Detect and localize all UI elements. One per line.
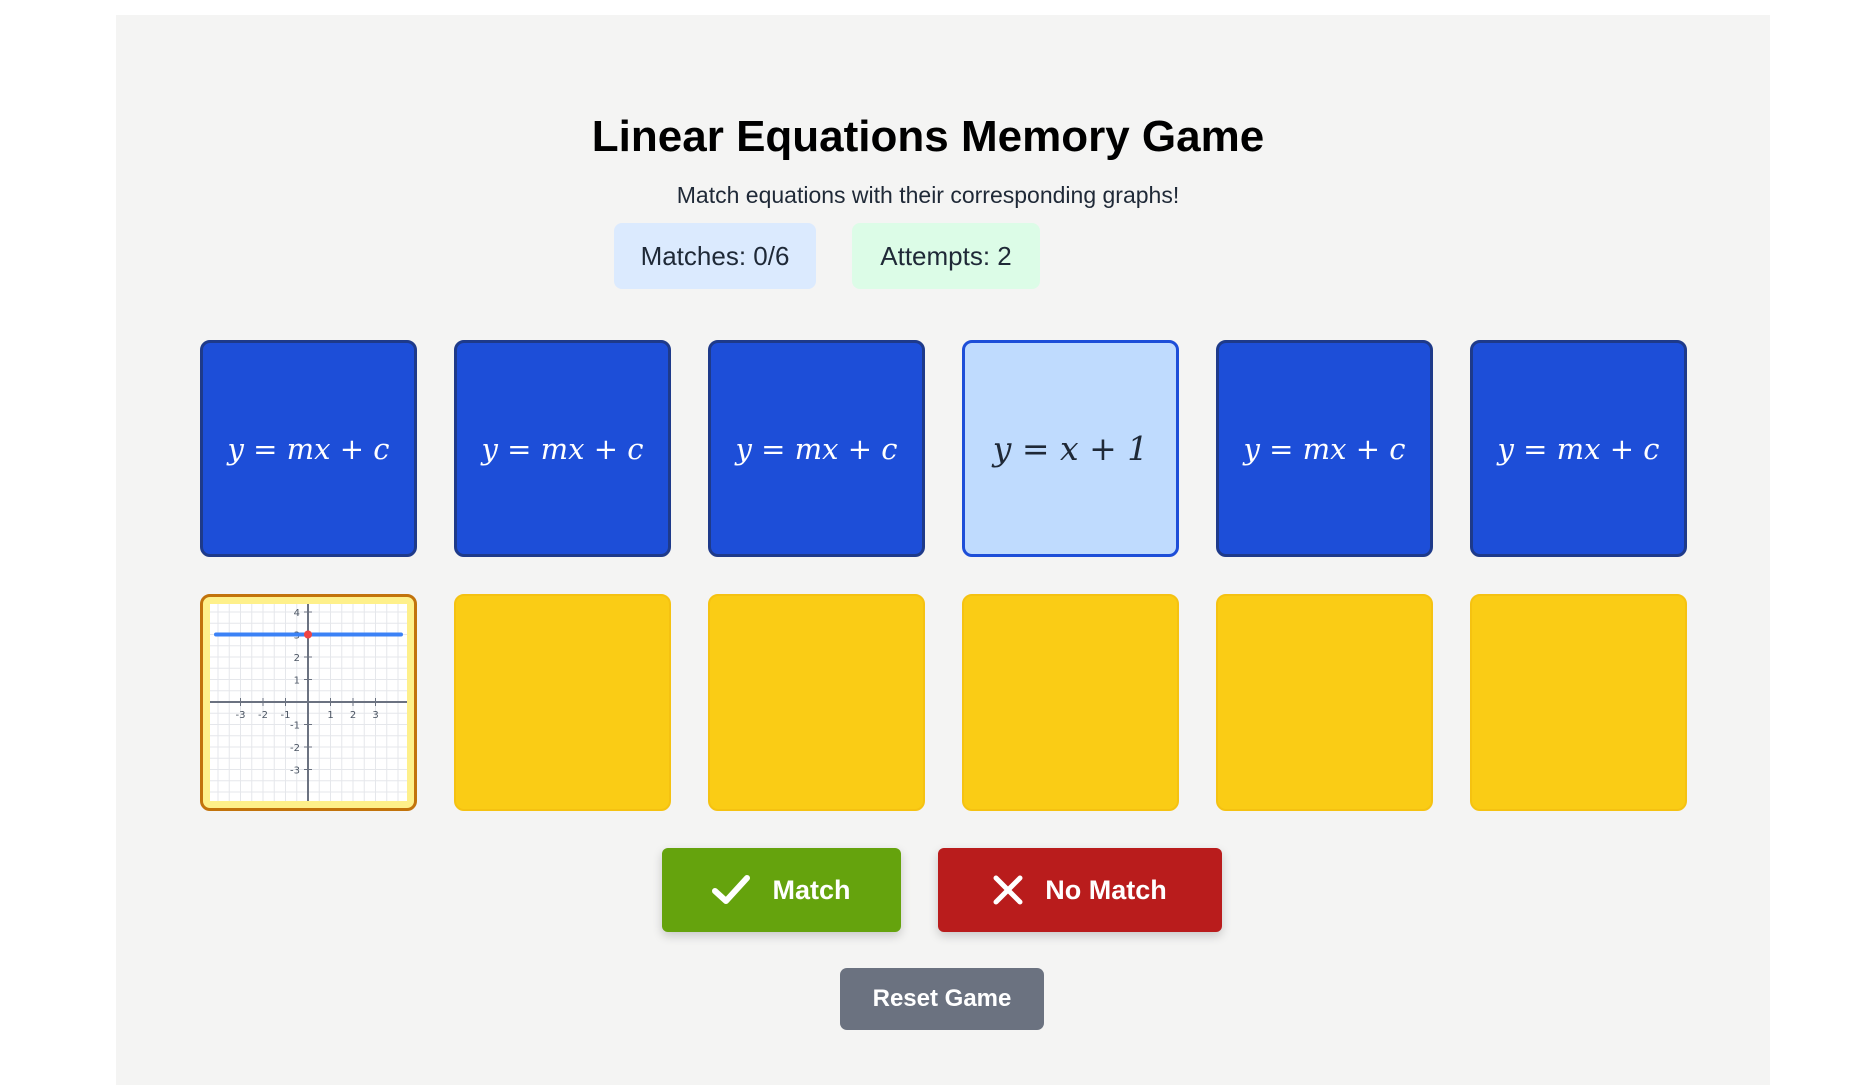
- equation-card[interactable]: y = mx + c: [1216, 340, 1433, 557]
- equation-card[interactable]: y = mx + c: [200, 340, 417, 557]
- close-icon: [993, 875, 1023, 905]
- graph-card[interactable]: [1470, 594, 1687, 811]
- y-tick-label: -2: [290, 743, 300, 754]
- match-button-label: Match: [772, 874, 851, 905]
- equation-text: y = mx + c: [735, 431, 898, 466]
- equation-card[interactable]: y = mx + c: [708, 340, 925, 557]
- y-tick-label: -1: [290, 721, 300, 732]
- y-tick-label: 4: [294, 608, 300, 619]
- y-tick-label: -3: [290, 766, 300, 777]
- equation-text: y = mx + c: [1497, 431, 1660, 466]
- intercept-point: [304, 630, 312, 639]
- equation-text: y = mx + c: [227, 431, 390, 466]
- graph-card[interactable]: [962, 594, 1179, 811]
- attempts-counter: Attempts: 2: [852, 223, 1040, 289]
- graph-card[interactable]: [454, 594, 671, 811]
- x-tick-label: -1: [281, 710, 291, 721]
- graph-card[interactable]: [708, 594, 925, 811]
- matches-counter: Matches: 0/6: [614, 223, 816, 289]
- x-tick-label: -2: [258, 710, 268, 721]
- match-button[interactable]: Match: [662, 848, 901, 932]
- y-tick-label: 1: [294, 676, 300, 687]
- x-tick-label: 3: [372, 710, 378, 721]
- reset-game-button[interactable]: Reset Game: [840, 968, 1044, 1030]
- equation-card[interactable]: y = mx + c: [454, 340, 671, 557]
- x-tick-label: 2: [350, 710, 356, 721]
- no-match-button-label: No Match: [1045, 874, 1167, 905]
- equation-card[interactable]: y = mx + c: [1470, 340, 1687, 557]
- x-tick-label: -3: [236, 710, 246, 721]
- page-subtitle: Match equations with their corresponding…: [676, 182, 1180, 208]
- x-tick-label: 1: [327, 710, 333, 721]
- equation-text: y = mx + c: [481, 431, 644, 466]
- equation-card-flipped[interactable]: y = x + 1: [962, 340, 1179, 557]
- check-icon: [712, 875, 751, 904]
- page-title: Linear Equations Memory Game: [591, 112, 1265, 161]
- graph-card-flipped[interactable]: -3-2-11234321-1-2-3: [200, 594, 417, 811]
- line-graph: -3-2-11234321-1-2-3: [210, 604, 407, 801]
- equation-text: y = x + 1: [992, 429, 1149, 468]
- no-match-button[interactable]: No Match: [938, 848, 1222, 932]
- y-tick-label: 2: [294, 653, 300, 664]
- graph-card[interactable]: [1216, 594, 1433, 811]
- equation-text: y = mx + c: [1243, 431, 1406, 466]
